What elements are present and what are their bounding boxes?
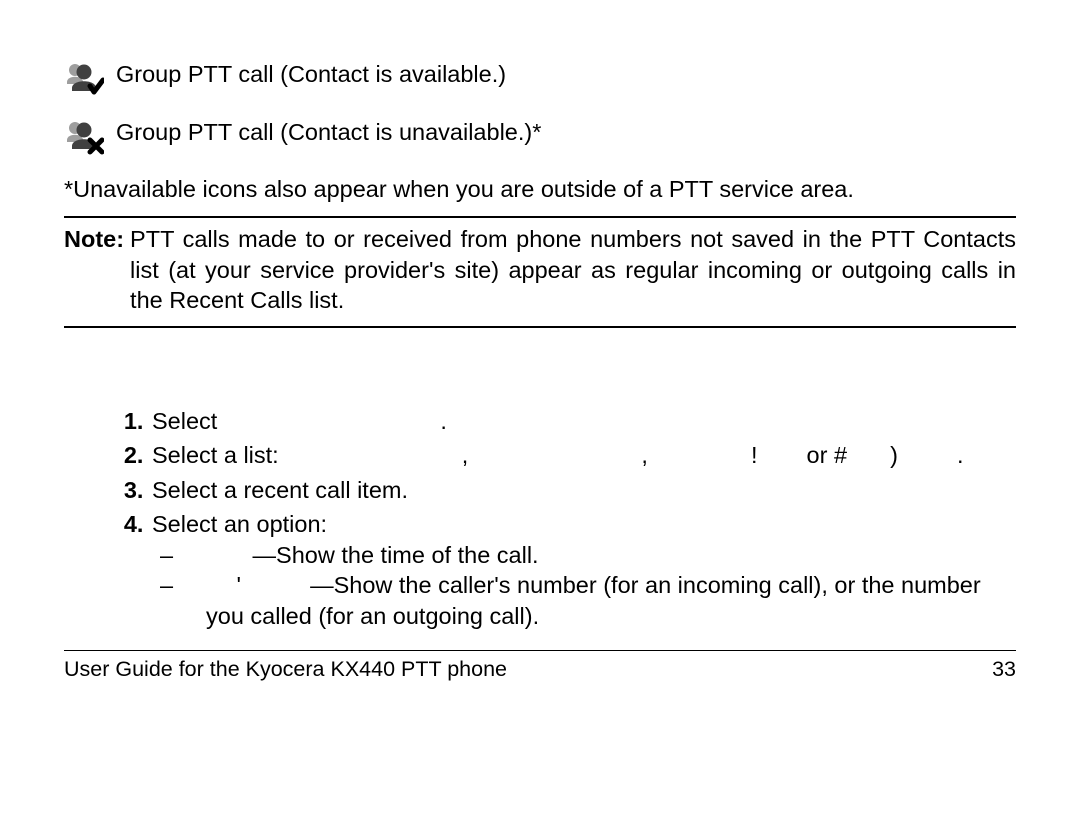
step-4b-text: —Show the caller's number (for an incomi…	[206, 572, 981, 629]
step-2: Select a list: , , ! or # ) .	[150, 440, 1016, 471]
step-2-ex: !	[751, 442, 758, 468]
step-2-c2: ,	[641, 442, 648, 468]
step-4-text: Select an option:	[152, 511, 327, 537]
step-1-suffix: .	[440, 408, 447, 434]
step-3: Select a recent call item.	[150, 475, 1016, 506]
page: Group PTT call (Contact is available.) G…	[0, 0, 1080, 706]
step-4a-text: —Show the time of the call.	[253, 542, 539, 568]
step-4b-dash: –	[152, 570, 206, 631]
icon-row-available: Group PTT call (Contact is available.)	[64, 58, 1016, 98]
note-label: Note:	[64, 224, 130, 316]
step-2-prefix: Select a list:	[152, 442, 279, 468]
section-spacer	[64, 334, 1016, 406]
footer-left: User Guide for the Kyocera KX440 PTT pho…	[64, 657, 507, 682]
step-4a: – —Show the time of the call.	[152, 540, 1016, 571]
step-4b-body: ' —Show the caller's number (for an inco…	[206, 570, 1016, 631]
step-2-c1: ,	[462, 442, 469, 468]
step-2-paren: )	[890, 442, 898, 468]
footnote-text: *Unavailable icons also appear when you …	[64, 174, 1016, 204]
step-4: Select an option: – —Show the time of th…	[150, 509, 1016, 631]
step-4a-body: —Show the time of the call.	[206, 540, 1016, 571]
note-body: PTT calls made to or received from phone…	[130, 224, 1016, 316]
step-4b: – ' —Show the caller's number (for an in…	[152, 570, 1016, 631]
step-1: Select .	[150, 406, 1016, 437]
rule-bottom	[64, 326, 1016, 328]
step-2-end: .	[957, 442, 964, 468]
group-x-icon	[64, 116, 116, 156]
footer-rule	[64, 650, 1016, 651]
steps-list: Select . Select a list: , , ! or # ) . S…	[64, 406, 1016, 632]
footer-page-number: 33	[992, 657, 1016, 682]
step-2-orhash: or #	[807, 442, 848, 468]
step-1-prefix: Select	[152, 408, 217, 434]
icon-text-unavailable: Group PTT call (Contact is unavailable.)…	[116, 116, 541, 147]
note-block: Note: PTT calls made to or received from…	[64, 224, 1016, 316]
step-4a-dash: –	[152, 540, 206, 571]
icon-row-unavailable: Group PTT call (Contact is unavailable.)…	[64, 116, 1016, 156]
group-check-icon	[64, 58, 116, 98]
icon-text-available: Group PTT call (Contact is available.)	[116, 58, 506, 89]
step-4b-lead: '	[237, 572, 242, 598]
footer: User Guide for the Kyocera KX440 PTT pho…	[64, 655, 1016, 682]
rule-top	[64, 216, 1016, 218]
